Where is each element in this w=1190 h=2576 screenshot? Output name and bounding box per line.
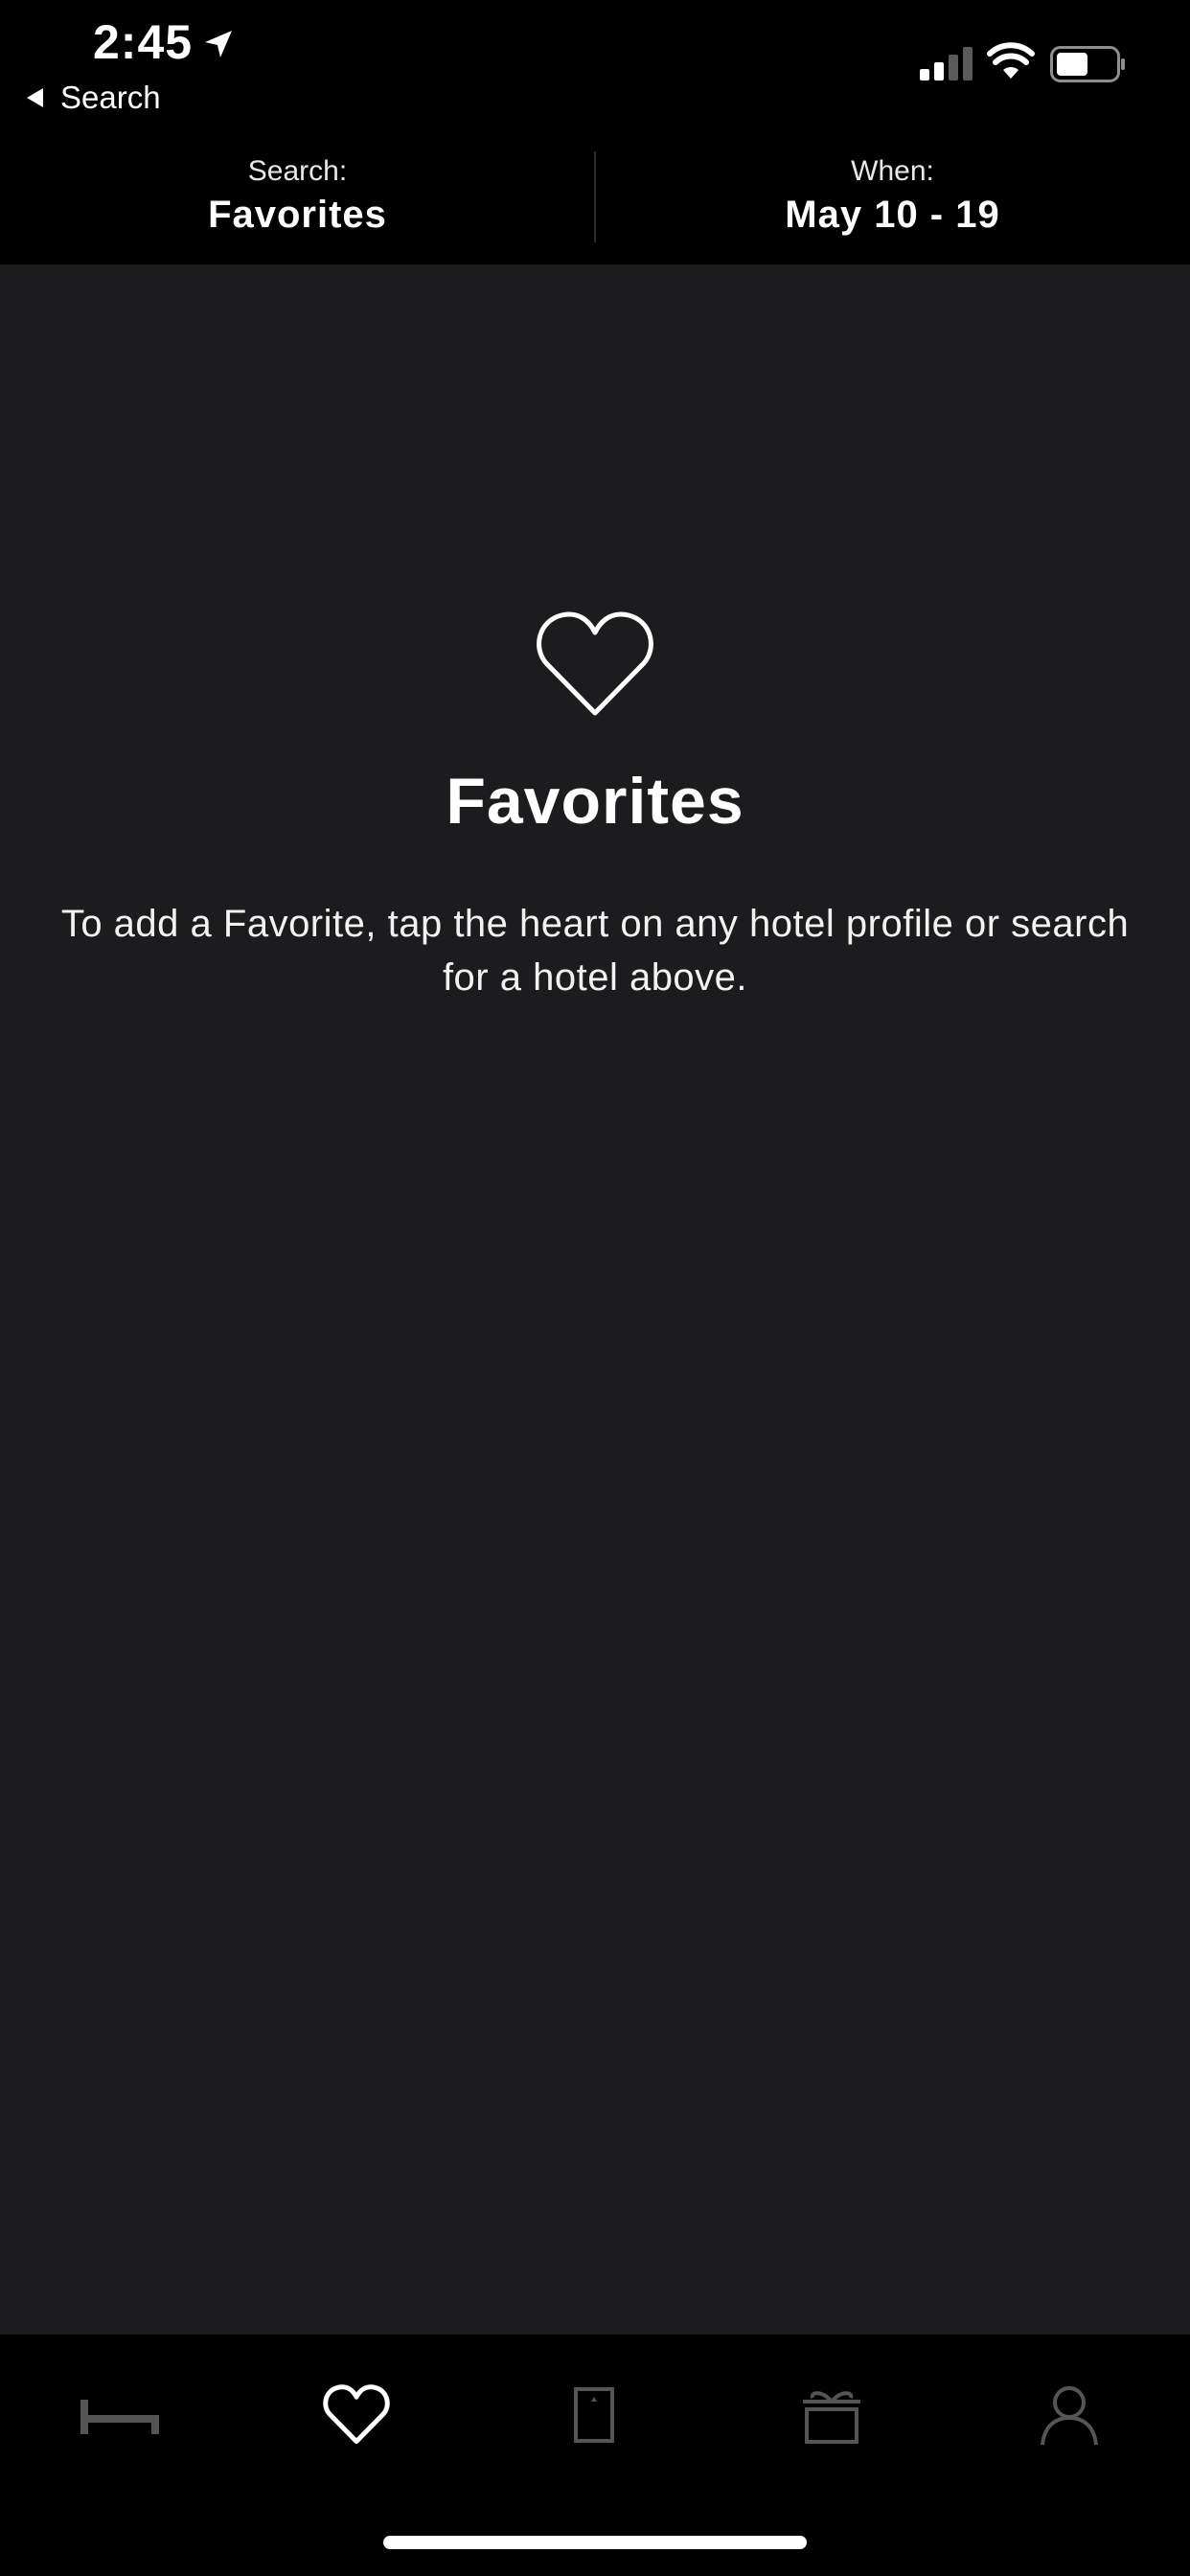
when-value: May 10 - 19 <box>785 194 1000 236</box>
battery-icon <box>1050 46 1125 82</box>
header-divider <box>594 151 596 242</box>
door-icon <box>574 2387 614 2443</box>
search-header: Search: Favorites When: May 10 - 19 <box>0 144 1190 264</box>
search-label: Search: <box>247 155 348 187</box>
location-arrow-icon <box>205 31 232 58</box>
back-triangle-icon <box>27 88 43 107</box>
gift-icon <box>803 2391 860 2444</box>
tab-stays[interactable] <box>72 2377 168 2453</box>
search-value: Favorites <box>208 194 387 236</box>
wifi-icon <box>987 42 1035 79</box>
tab-favorites[interactable] <box>309 2377 404 2453</box>
heart-icon <box>323 2384 390 2445</box>
status-time: 2:45 <box>93 15 194 69</box>
tab-account[interactable] <box>1021 2377 1117 2453</box>
search-field[interactable]: Search: Favorites <box>0 144 595 264</box>
person-icon <box>1041 2386 1098 2446</box>
cellular-signal-icon <box>920 47 973 80</box>
empty-state-title: Favorites <box>446 765 744 838</box>
back-link-label: Search <box>60 80 161 115</box>
empty-state-message: To add a Favorite, tap the heart on any … <box>60 903 1130 999</box>
when-label: When: <box>851 155 934 187</box>
heart-icon <box>537 611 653 716</box>
back-to-search-link[interactable]: Search <box>27 79 161 117</box>
bed-icon <box>80 2400 159 2434</box>
dates-field[interactable]: When: May 10 - 19 <box>595 144 1190 264</box>
tab-rewards[interactable] <box>784 2377 880 2453</box>
home-indicator[interactable] <box>383 2536 807 2549</box>
status-bar: 2:45 Search <box>0 0 1190 144</box>
favorites-content: Favorites To add a Favorite, tap the hea… <box>0 264 1190 2334</box>
tab-bookings[interactable] <box>546 2377 642 2453</box>
